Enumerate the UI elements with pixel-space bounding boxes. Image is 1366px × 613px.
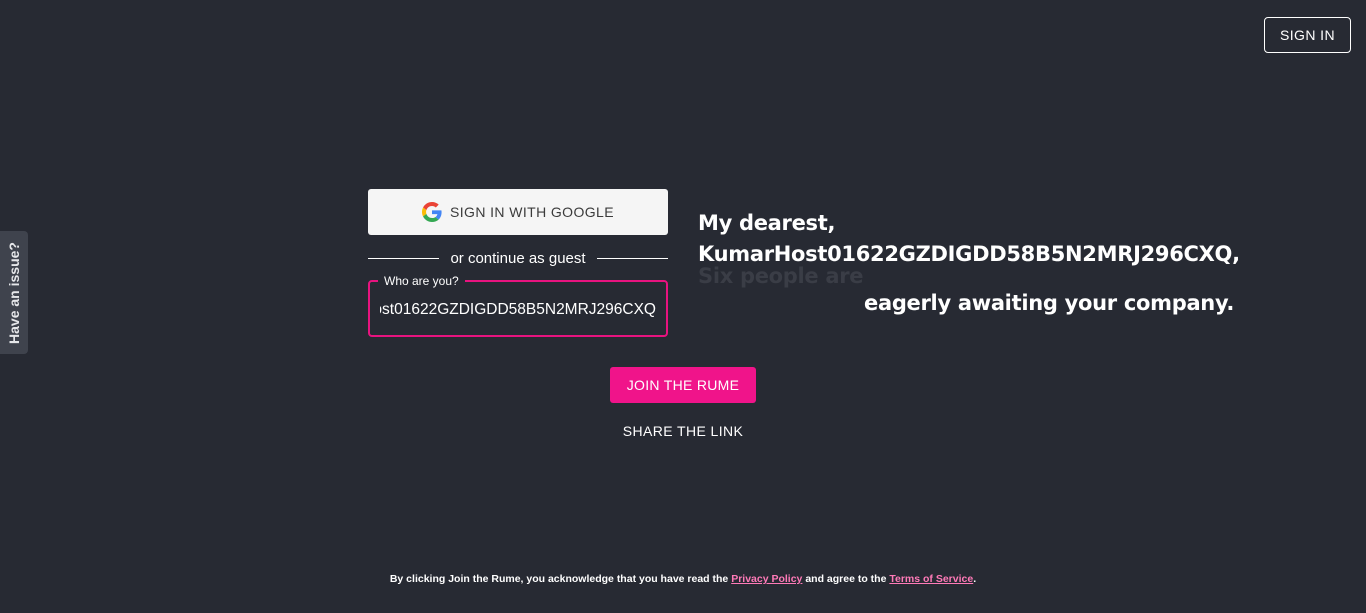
guest-name-input[interactable] — [380, 298, 656, 322]
sign-in-button[interactable]: SIGN IN — [1264, 17, 1351, 53]
guest-divider: or continue as guest — [368, 247, 668, 269]
sign-in-with-google-button[interactable]: SIGN IN WITH GOOGLE — [368, 189, 668, 235]
join-the-rume-button[interactable]: JOIN THE RUME — [610, 367, 756, 403]
greeting-salutation: My dearest, — [698, 211, 836, 235]
greeting-message: eagerly awaiting your company. — [864, 291, 1235, 315]
guest-name-field: Who are you? — [368, 273, 668, 337]
have-an-issue-tab[interactable]: Have an issue? — [0, 231, 28, 354]
legal-middle: and agree to the — [805, 573, 887, 585]
legal-suffix: . — [973, 573, 977, 585]
greeting-block: My dearest, KumarHost01622GZDIGDD58B5N2M… — [698, 208, 1258, 270]
greeting-ghost-text: Six people are — [698, 264, 864, 288]
legal-notice: By clicking Join the Rume, you acknowled… — [0, 573, 1366, 585]
divider-line-right — [596, 257, 668, 259]
share-the-link-button[interactable]: SHARE THE LINK — [610, 420, 756, 442]
google-g-icon — [422, 202, 442, 222]
privacy-policy-link[interactable]: Privacy Policy — [731, 573, 802, 585]
terms-of-service-link[interactable]: Terms of Service — [889, 573, 973, 585]
divider-text: or continue as guest — [450, 249, 586, 267]
google-button-label: SIGN IN WITH GOOGLE — [450, 204, 614, 220]
legal-prefix: By clicking Join the Rume, you acknowled… — [389, 573, 729, 585]
have-an-issue-label: Have an issue? — [6, 241, 22, 344]
divider-line-left — [368, 257, 440, 259]
guest-name-label: Who are you? — [378, 273, 465, 289]
